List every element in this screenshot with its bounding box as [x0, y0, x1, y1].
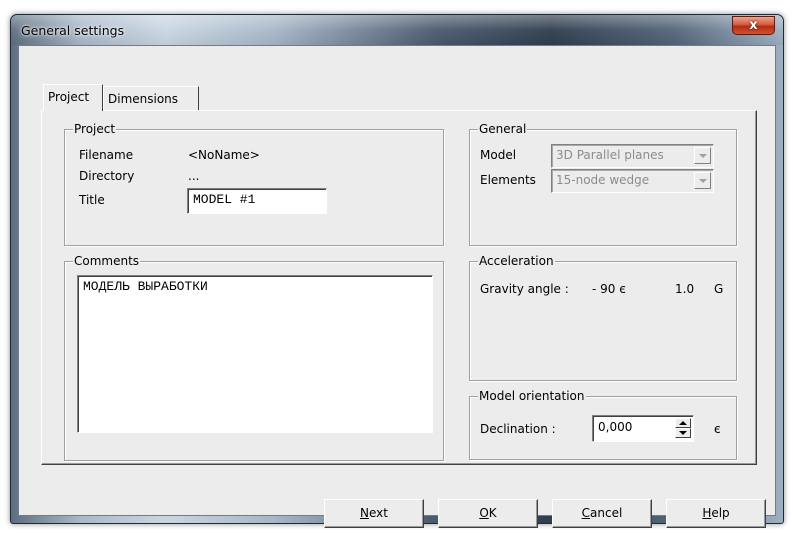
title-label: Title: [79, 193, 105, 207]
comments-textarea[interactable]: МОДЕЛЬ ВЫРАБОТКИ: [77, 275, 433, 433]
spinner-buttons: [675, 418, 691, 439]
comments-group-legend: Comments: [73, 254, 141, 268]
title-input[interactable]: MODEL #1: [187, 188, 327, 214]
help-label-rest: elp: [711, 506, 730, 520]
next-label-rest: ext: [369, 506, 388, 520]
ok-mnemonic: O: [479, 506, 489, 520]
dialog-body: Project Dimensions Project Filename <NoN…: [18, 45, 776, 528]
model-orientation-group-legend: Model orientation: [478, 389, 586, 403]
declination-value: 0,000: [598, 420, 633, 434]
directory-label: Directory: [79, 169, 135, 183]
spin-down-icon[interactable]: [675, 428, 691, 438]
tab-project-label: Project: [48, 90, 90, 104]
chevron-down-icon[interactable]: [694, 147, 711, 164]
model-orientation-group: Model orientation Declination : 0,000 є: [469, 389, 737, 460]
cancel-button[interactable]: Cancel: [552, 499, 652, 528]
model-select[interactable]: 3D Parallel planes: [551, 144, 714, 168]
acceleration-group: Acceleration Gravity angle : - 90 є 1.0 …: [469, 254, 737, 381]
next-mnemonic: N: [360, 506, 369, 520]
elements-label: Elements: [480, 173, 536, 187]
next-button[interactable]: Next: [324, 499, 424, 528]
general-group: General Model 3D Parallel planes Element…: [469, 122, 737, 246]
close-icon: x: [749, 18, 758, 33]
acceleration-group-legend: Acceleration: [478, 254, 555, 268]
filename-label: Filename: [79, 148, 134, 162]
spin-up-icon[interactable]: [675, 418, 691, 428]
gravity-magnitude-value: 1.0: [675, 282, 695, 296]
ok-label-rest: K: [488, 506, 497, 520]
tab-dimensions[interactable]: Dimensions: [103, 86, 199, 110]
tab-dimensions-label: Dimensions: [108, 92, 179, 106]
tab-project[interactable]: Project: [43, 84, 103, 111]
project-group-legend: Project: [73, 122, 117, 136]
elements-select[interactable]: 15-node wedge: [551, 169, 714, 193]
gravity-angle-label: Gravity angle :: [480, 282, 569, 296]
help-mnemonic: H: [702, 506, 712, 520]
gravity-unit: G: [714, 282, 724, 296]
comments-group: Comments МОДЕЛЬ ВЫРАБОТКИ: [64, 254, 444, 461]
general-settings-window: General settings x Project Dimensions Pr…: [10, 14, 784, 528]
close-button[interactable]: x: [732, 16, 775, 35]
project-group: Project Filename <NoName> Directory ... …: [64, 122, 444, 246]
elements-select-value: 15-node wedge: [556, 173, 650, 187]
tab-panel-project: Project Filename <NoName> Directory ... …: [41, 110, 757, 465]
declination-spinner[interactable]: 0,000: [592, 415, 694, 442]
general-group-legend: General: [478, 122, 528, 136]
model-label: Model: [480, 148, 517, 162]
cancel-label-rest: ancel: [590, 506, 623, 520]
ok-button[interactable]: OK: [438, 499, 538, 528]
declination-unit: є: [714, 422, 721, 436]
title-bar[interactable]: General settings x: [11, 15, 783, 45]
declination-label: Declination :: [480, 422, 556, 436]
model-select-value: 3D Parallel planes: [556, 148, 664, 162]
gravity-angle-value: - 90 є: [592, 282, 626, 296]
directory-value: ...: [188, 169, 200, 183]
help-button[interactable]: Help: [666, 499, 766, 528]
cancel-mnemonic: C: [581, 506, 591, 520]
chevron-down-icon[interactable]: [694, 172, 711, 189]
filename-value: <NoName>: [188, 148, 260, 162]
window-title: General settings: [21, 23, 125, 38]
